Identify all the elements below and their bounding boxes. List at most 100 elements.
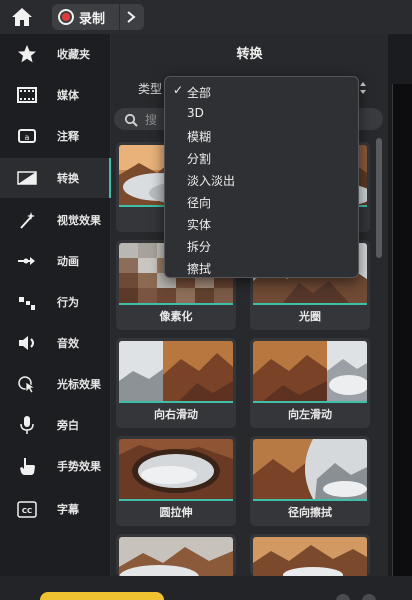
sidebar-item-captions[interactable]: CC 字幕 [0,489,111,529]
transition-card-circle-stretch[interactable]: 圆拉伸 [116,436,236,526]
transition-card-slide-left[interactable]: 向左滑动 [250,338,370,428]
dropdown-option-all[interactable]: ✓ 全部 [165,80,358,102]
transition-card[interactable] [116,534,236,576]
record-separator [119,4,120,30]
sidebar-item-label: 光标效果 [57,378,101,391]
sidebar-item-animations[interactable]: 动画 [0,241,111,281]
card-accent-bar [119,401,233,403]
transition-card-label: 向左滑动 [288,408,332,421]
transition-card-label: 圆拉伸 [159,506,193,519]
annotation-icon: a [16,126,38,146]
dropdown-option-label: 径向 [187,196,212,210]
magic-wand-icon [16,210,38,230]
sidebar-item-label: 行为 [57,296,79,309]
transition-card[interactable] [250,534,370,576]
svg-text:a: a [25,133,30,142]
sidebar-item-label: 视觉效果 [57,214,101,227]
checkmark-icon: ✓ [173,83,184,97]
transition-card-label: 向右滑动 [154,408,198,421]
card-accent-bar [253,401,367,403]
search-placeholder: 搜 [145,113,158,127]
dropdown-option-fade[interactable]: 淡入淡出 [165,168,358,190]
hand-gesture-icon [16,456,38,476]
animation-icon [16,251,38,271]
bottom-control-icon[interactable] [336,594,350,600]
bottom-bar [0,576,412,600]
card-accent-bar [119,303,233,305]
dropdown-option-radial[interactable]: 径向 [165,190,358,212]
sidebar-item-visual-effects[interactable]: 视觉效果 [0,200,111,240]
transition-icon [16,168,38,188]
behavior-icon [16,292,38,312]
sidebar-item-transitions[interactable]: 转换 [0,158,111,198]
sidebar-item-voice-narration[interactable]: 旁白 [0,405,111,445]
dropdown-option-label: 拆分 [187,240,212,254]
transition-card-label: 像素化 [159,310,193,323]
sidebar-item-label: 收藏夹 [57,48,90,61]
dropdown-option-split[interactable]: 分割 [165,146,358,168]
record-icon [58,9,74,25]
transition-card-label: 径向擦拭 [288,506,332,519]
speaker-icon [16,333,38,353]
sidebar-item-label: 手势效果 [57,460,101,473]
dropdown-option-label: 全部 [187,86,212,100]
bottom-action-button[interactable] [40,592,164,600]
type-dropdown-menu: ✓ 全部 3D 模糊 分割 淡入淡出 径向 实体 拆分 擦拭 [164,76,359,278]
top-toolbar: 录制 [0,0,412,34]
sidebar-item-label: 注释 [57,130,79,143]
record-button[interactable]: 录制 [52,4,144,30]
sidebar: 收藏夹 媒体 a 注释 转换 视觉效果 动画 行为 音效 光标效果 旁白 手势效… [0,34,111,576]
sidebar-item-label: 旁白 [57,419,79,432]
dropdown-option-label: 擦拭 [187,262,212,276]
svg-text:CC: CC [22,507,32,515]
type-filter-label: 类型 [138,82,163,96]
dropdown-option-label: 实体 [187,218,212,232]
dropdown-option-wipe[interactable]: 擦拭 [165,256,358,278]
transition-card-radial-wipe[interactable]: 径向擦拭 [250,436,370,526]
star-icon [16,44,38,64]
sidebar-item-gesture-effects[interactable]: 手势效果 [0,446,111,486]
sidebar-item-label: 字幕 [57,503,79,516]
film-icon [16,85,38,105]
sidebar-item-media[interactable]: 媒体 [0,75,111,115]
sidebar-item-label: 转换 [57,172,79,185]
transition-thumbnail [253,341,367,401]
transition-card-label: 光圈 [299,310,321,323]
transition-thumbnail [119,439,233,499]
sidebar-item-label: 音效 [57,337,79,350]
dropdown-option-label: 模糊 [187,130,212,144]
dropdown-option-3d[interactable]: 3D [165,102,358,124]
dropdown-option-solid[interactable]: 实体 [165,212,358,234]
dropdown-option-divide[interactable]: 拆分 [165,234,358,256]
scrollbar-thumb[interactable] [376,138,382,258]
sidebar-item-cursor-effects[interactable]: 光标效果 [0,364,111,404]
transition-thumbnail [253,537,367,576]
card-accent-bar [119,499,233,501]
transition-thumbnail [119,341,233,401]
panel-title: 转换 [236,47,263,62]
microphone-icon [16,415,38,435]
dropdown-option-label: 3D [187,106,204,120]
dropdown-option-label: 淡入淡出 [187,174,236,188]
card-accent-bar [253,499,367,501]
transition-thumbnail [119,537,233,576]
sidebar-item-label: 动画 [57,255,79,268]
cursor-effect-icon [16,374,38,394]
sidebar-item-favorites[interactable]: 收藏夹 [0,34,111,74]
bottom-control-icon[interactable] [362,594,376,600]
dropdown-option-label: 分割 [187,152,212,166]
sidebar-item-annotations[interactable]: a 注释 [0,116,111,156]
search-icon [124,112,138,127]
transition-card-slide-right[interactable]: 向右滑动 [116,338,236,428]
transition-thumbnail [253,439,367,499]
chevron-right-icon[interactable] [124,8,138,26]
closed-caption-icon: CC [16,499,38,519]
sidebar-item-behaviors[interactable]: 行为 [0,282,111,322]
sidebar-item-label: 媒体 [57,89,79,102]
canvas-preview-edge [392,84,412,576]
dropdown-option-blur[interactable]: 模糊 [165,124,358,146]
sidebar-item-audio-effects[interactable]: 音效 [0,323,111,363]
type-select-arrows-icon[interactable] [358,80,368,96]
card-accent-bar [253,303,367,305]
home-icon[interactable] [9,5,35,29]
